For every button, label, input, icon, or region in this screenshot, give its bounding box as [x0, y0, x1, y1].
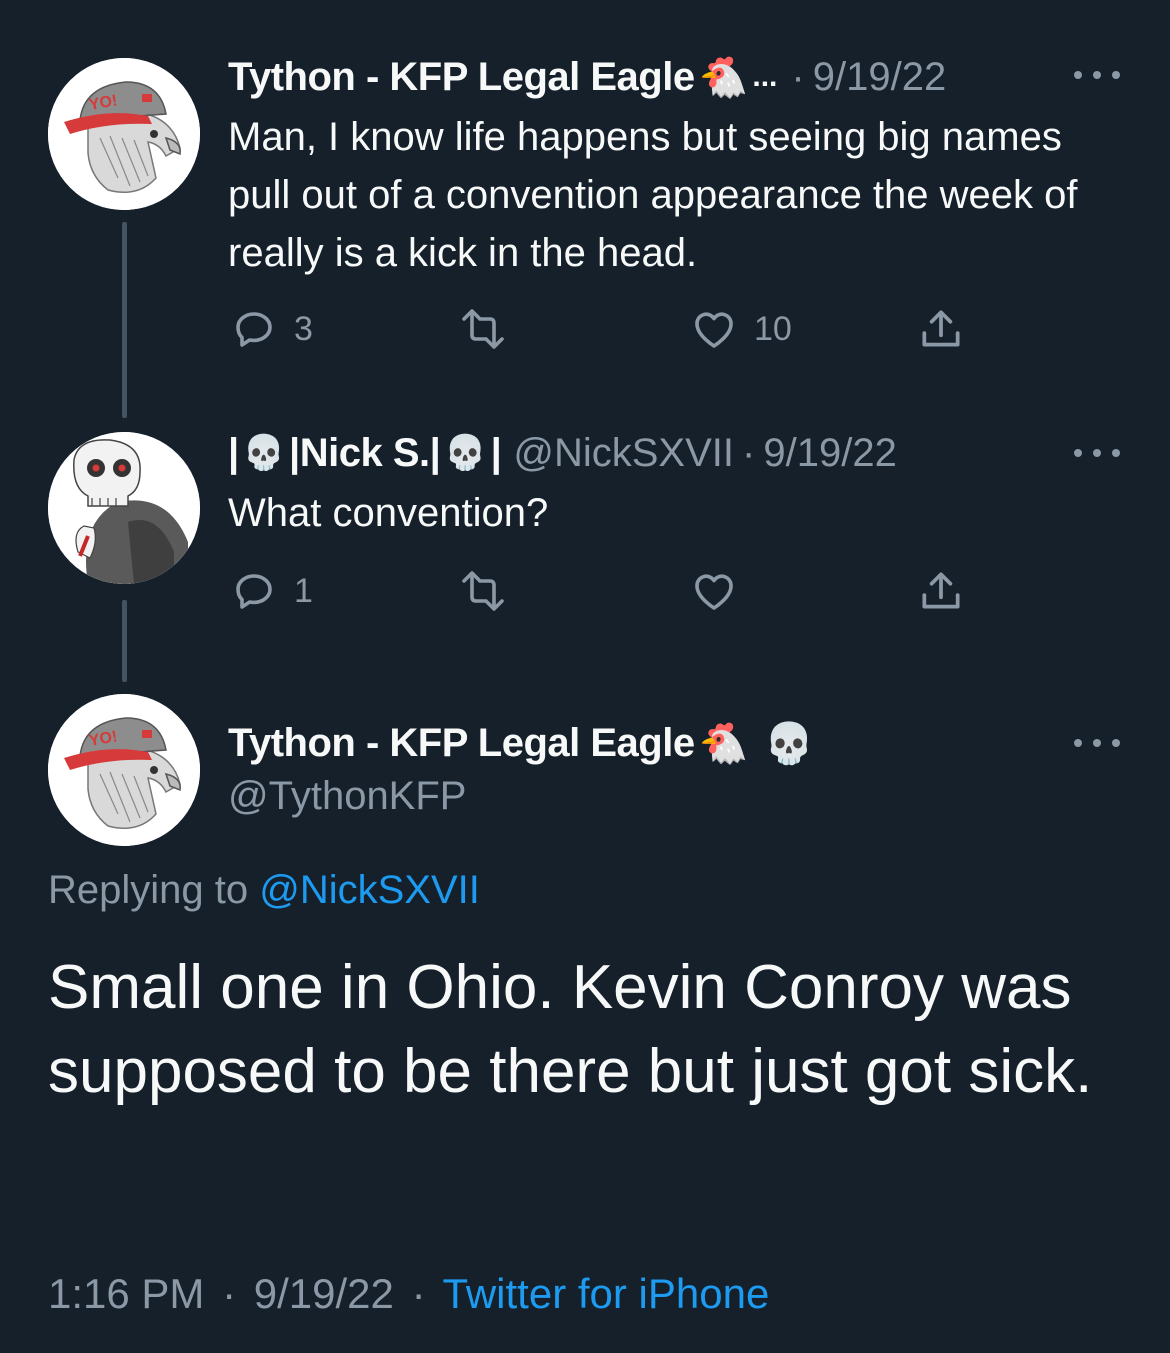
- share-button[interactable]: [916, 304, 966, 354]
- share-icon: [922, 310, 960, 347]
- share-icon: [922, 572, 960, 609]
- skull-emoji: 💀: [444, 434, 487, 472]
- separator: ·: [742, 430, 756, 475]
- thread-line: [122, 600, 127, 682]
- like-count: 10: [754, 309, 792, 348]
- tweet-date: 9/19/22: [253, 1270, 394, 1317]
- display-name[interactable]: Tython - KFP Legal Eagle: [228, 721, 695, 766]
- eagle-avatar[interactable]: YO!: [48, 694, 200, 846]
- more-options-icon[interactable]: [1074, 736, 1120, 750]
- tweet-date[interactable]: 9/19/22: [763, 431, 896, 476]
- retweet-icon: [462, 309, 504, 349]
- more-options-icon[interactable]: [1074, 446, 1120, 460]
- tweet-metadata: 1:16 PM · 9/19/22 · Twitter for iPhone: [48, 1270, 769, 1318]
- replying-label: Replying to: [48, 868, 249, 912]
- display-name[interactable]: |Nick S.|: [289, 431, 441, 476]
- eagle-avatar[interactable]: YO!: [48, 58, 200, 210]
- tweet-text: What convention?: [228, 491, 549, 535]
- reply-icon: [236, 574, 272, 609]
- name-truncation: ...: [752, 60, 778, 93]
- separator: ·: [411, 1270, 426, 1317]
- separator: ·: [222, 1270, 237, 1317]
- tweet-header: Tython - KFP Legal Eagle 🐔 💀: [228, 718, 818, 768]
- display-name-suffix[interactable]: |: [491, 431, 502, 476]
- thread-line: [122, 222, 127, 418]
- user-handle[interactable]: @NickSXVII: [513, 431, 734, 476]
- tweet-header: Tython - KFP Legal Eagle 🐔 ... · 9/19/22: [228, 52, 946, 102]
- retweet-icon: [462, 571, 504, 611]
- user-handle[interactable]: @TythonKFP: [228, 774, 466, 819]
- tweet-source-link[interactable]: Twitter for iPhone: [443, 1270, 770, 1317]
- retweet-button[interactable]: [454, 304, 512, 354]
- chicken-emoji: 🐔: [698, 721, 749, 766]
- chicken-emoji: 🐔: [698, 55, 749, 100]
- tweet-text: Man, I know life happens but seeing big …: [228, 115, 1078, 275]
- reply-button[interactable]: 3: [230, 304, 313, 354]
- replying-to: Replying to @NickSXVII: [48, 868, 480, 913]
- reply-count: 1: [294, 571, 313, 610]
- display-name[interactable]: Tython - KFP Legal Eagle: [228, 55, 695, 100]
- share-button[interactable]: [916, 566, 966, 616]
- skull-emoji: 💀: [764, 721, 815, 766]
- like-button[interactable]: 10: [690, 304, 792, 354]
- skull-avatar[interactable]: [48, 432, 200, 584]
- main-tweet-text: Small one in Ohio. Kevin Conroy was supp…: [48, 953, 1093, 1106]
- tweet-date[interactable]: 9/19/22: [813, 55, 946, 100]
- tweet-header: | 💀 |Nick S.| 💀 | @NickSXVII · 9/19/22: [228, 428, 897, 478]
- display-name-prefix[interactable]: |: [228, 431, 239, 476]
- separator: ·: [791, 54, 805, 99]
- reply-icon: [236, 312, 272, 347]
- skull-emoji: 💀: [242, 434, 286, 472]
- replying-handle-link[interactable]: @NickSXVII: [259, 868, 480, 912]
- like-icon: [695, 574, 733, 610]
- like-icon: [695, 312, 733, 348]
- more-options-icon[interactable]: [1074, 68, 1120, 82]
- tweet-time: 1:16 PM: [48, 1270, 205, 1317]
- reply-button[interactable]: 1: [230, 566, 313, 616]
- reply-count: 3: [294, 309, 313, 348]
- like-button[interactable]: [690, 566, 738, 616]
- retweet-button[interactable]: [454, 566, 512, 616]
